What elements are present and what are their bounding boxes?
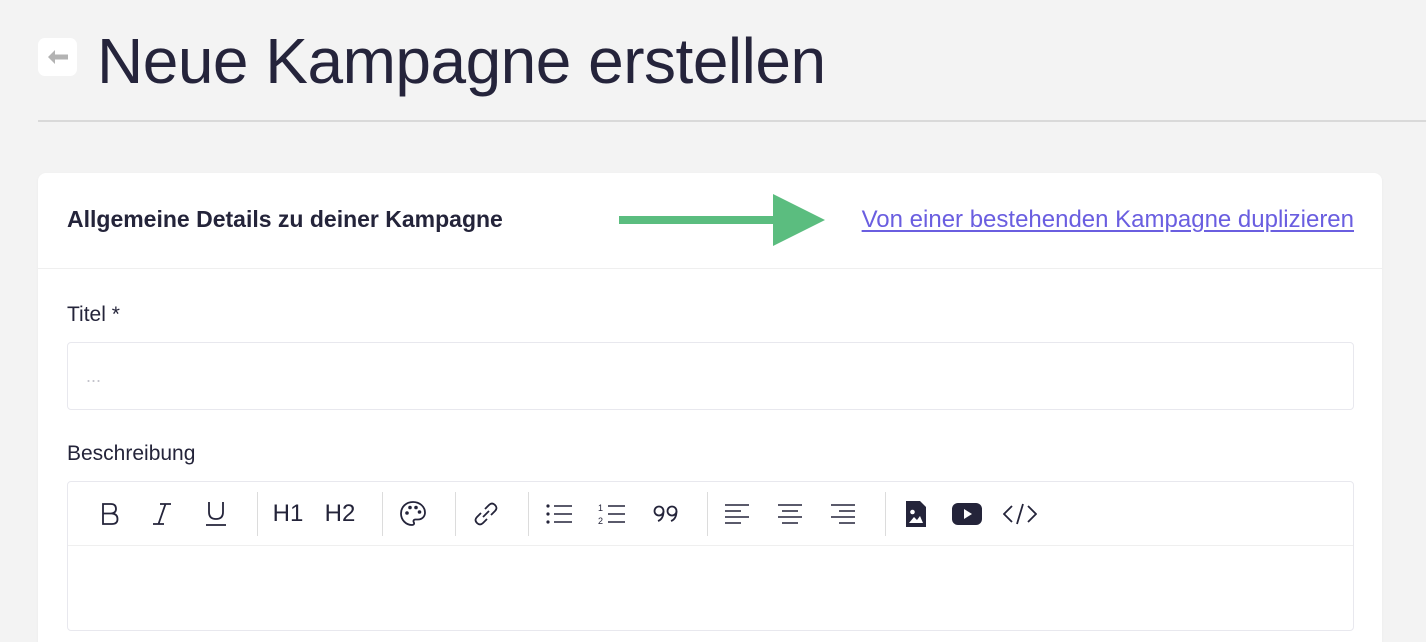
- toolbar-separator: [257, 492, 258, 536]
- numbered-list-icon: 1 2: [598, 503, 625, 526]
- bold-button[interactable]: [96, 496, 124, 532]
- title-input[interactable]: [67, 342, 1354, 410]
- title-label: Titel *: [67, 303, 120, 326]
- text-color-button[interactable]: [398, 496, 428, 532]
- italic-icon: [153, 503, 171, 525]
- insert-video-button[interactable]: [951, 496, 983, 532]
- heading1-button[interactable]: H1: [270, 496, 306, 532]
- code-icon: [1003, 503, 1037, 525]
- align-center-button[interactable]: [776, 496, 804, 532]
- underline-icon: [206, 502, 226, 526]
- palette-icon: [400, 501, 426, 526]
- toolbar-separator: [455, 492, 456, 536]
- page-title: Neue Kampagne erstellen: [97, 25, 826, 97]
- back-button[interactable]: [38, 38, 77, 76]
- page: Neue Kampagne erstellen Allgemeine Detai…: [0, 0, 1426, 642]
- editor-toolbar: H1 H2 1 2: [68, 482, 1353, 546]
- svg-text:2: 2: [598, 516, 603, 526]
- svg-text:1: 1: [598, 503, 603, 513]
- align-right-button[interactable]: [829, 496, 857, 532]
- insert-image-button[interactable]: [902, 496, 930, 532]
- bullet-list-button[interactable]: [544, 496, 574, 532]
- toolbar-separator: [528, 492, 529, 536]
- align-center-icon: [778, 504, 802, 524]
- image-icon: [906, 501, 926, 527]
- toolbar-separator: [382, 492, 383, 536]
- card-title: Allgemeine Details zu deiner Kampagne: [67, 206, 503, 232]
- card-header: Allgemeine Details zu deiner Kampagne Vo…: [38, 173, 1382, 269]
- duplicate-campaign-link[interactable]: Von einer bestehenden Kampagne duplizier…: [862, 206, 1354, 234]
- bold-icon: [102, 503, 119, 525]
- code-button[interactable]: [1003, 496, 1037, 532]
- numbered-list-button[interactable]: 1 2: [597, 496, 627, 532]
- align-right-icon: [831, 504, 855, 524]
- description-label: Beschreibung: [67, 442, 196, 465]
- toolbar-separator: [885, 492, 886, 536]
- align-left-icon: [725, 504, 749, 524]
- bullet-list-icon: [546, 504, 572, 524]
- link-button[interactable]: [470, 496, 502, 532]
- header-divider: [38, 120, 1426, 122]
- underline-button[interactable]: [202, 496, 230, 532]
- campaign-details-card: Allgemeine Details zu deiner Kampagne Vo…: [38, 173, 1382, 642]
- quote-button[interactable]: [651, 496, 681, 532]
- description-editor: H1 H2 1 2: [67, 481, 1354, 631]
- italic-button[interactable]: [148, 496, 176, 532]
- align-left-button[interactable]: [723, 496, 751, 532]
- youtube-icon: [952, 503, 982, 525]
- annotation-arrow-icon: [619, 194, 825, 246]
- quote-icon: [653, 505, 678, 522]
- arrow-left-icon: [47, 50, 68, 64]
- link-icon: [474, 502, 498, 526]
- toolbar-separator: [707, 492, 708, 536]
- heading2-button[interactable]: H2: [322, 496, 358, 532]
- editor-content-area[interactable]: [68, 546, 1353, 630]
